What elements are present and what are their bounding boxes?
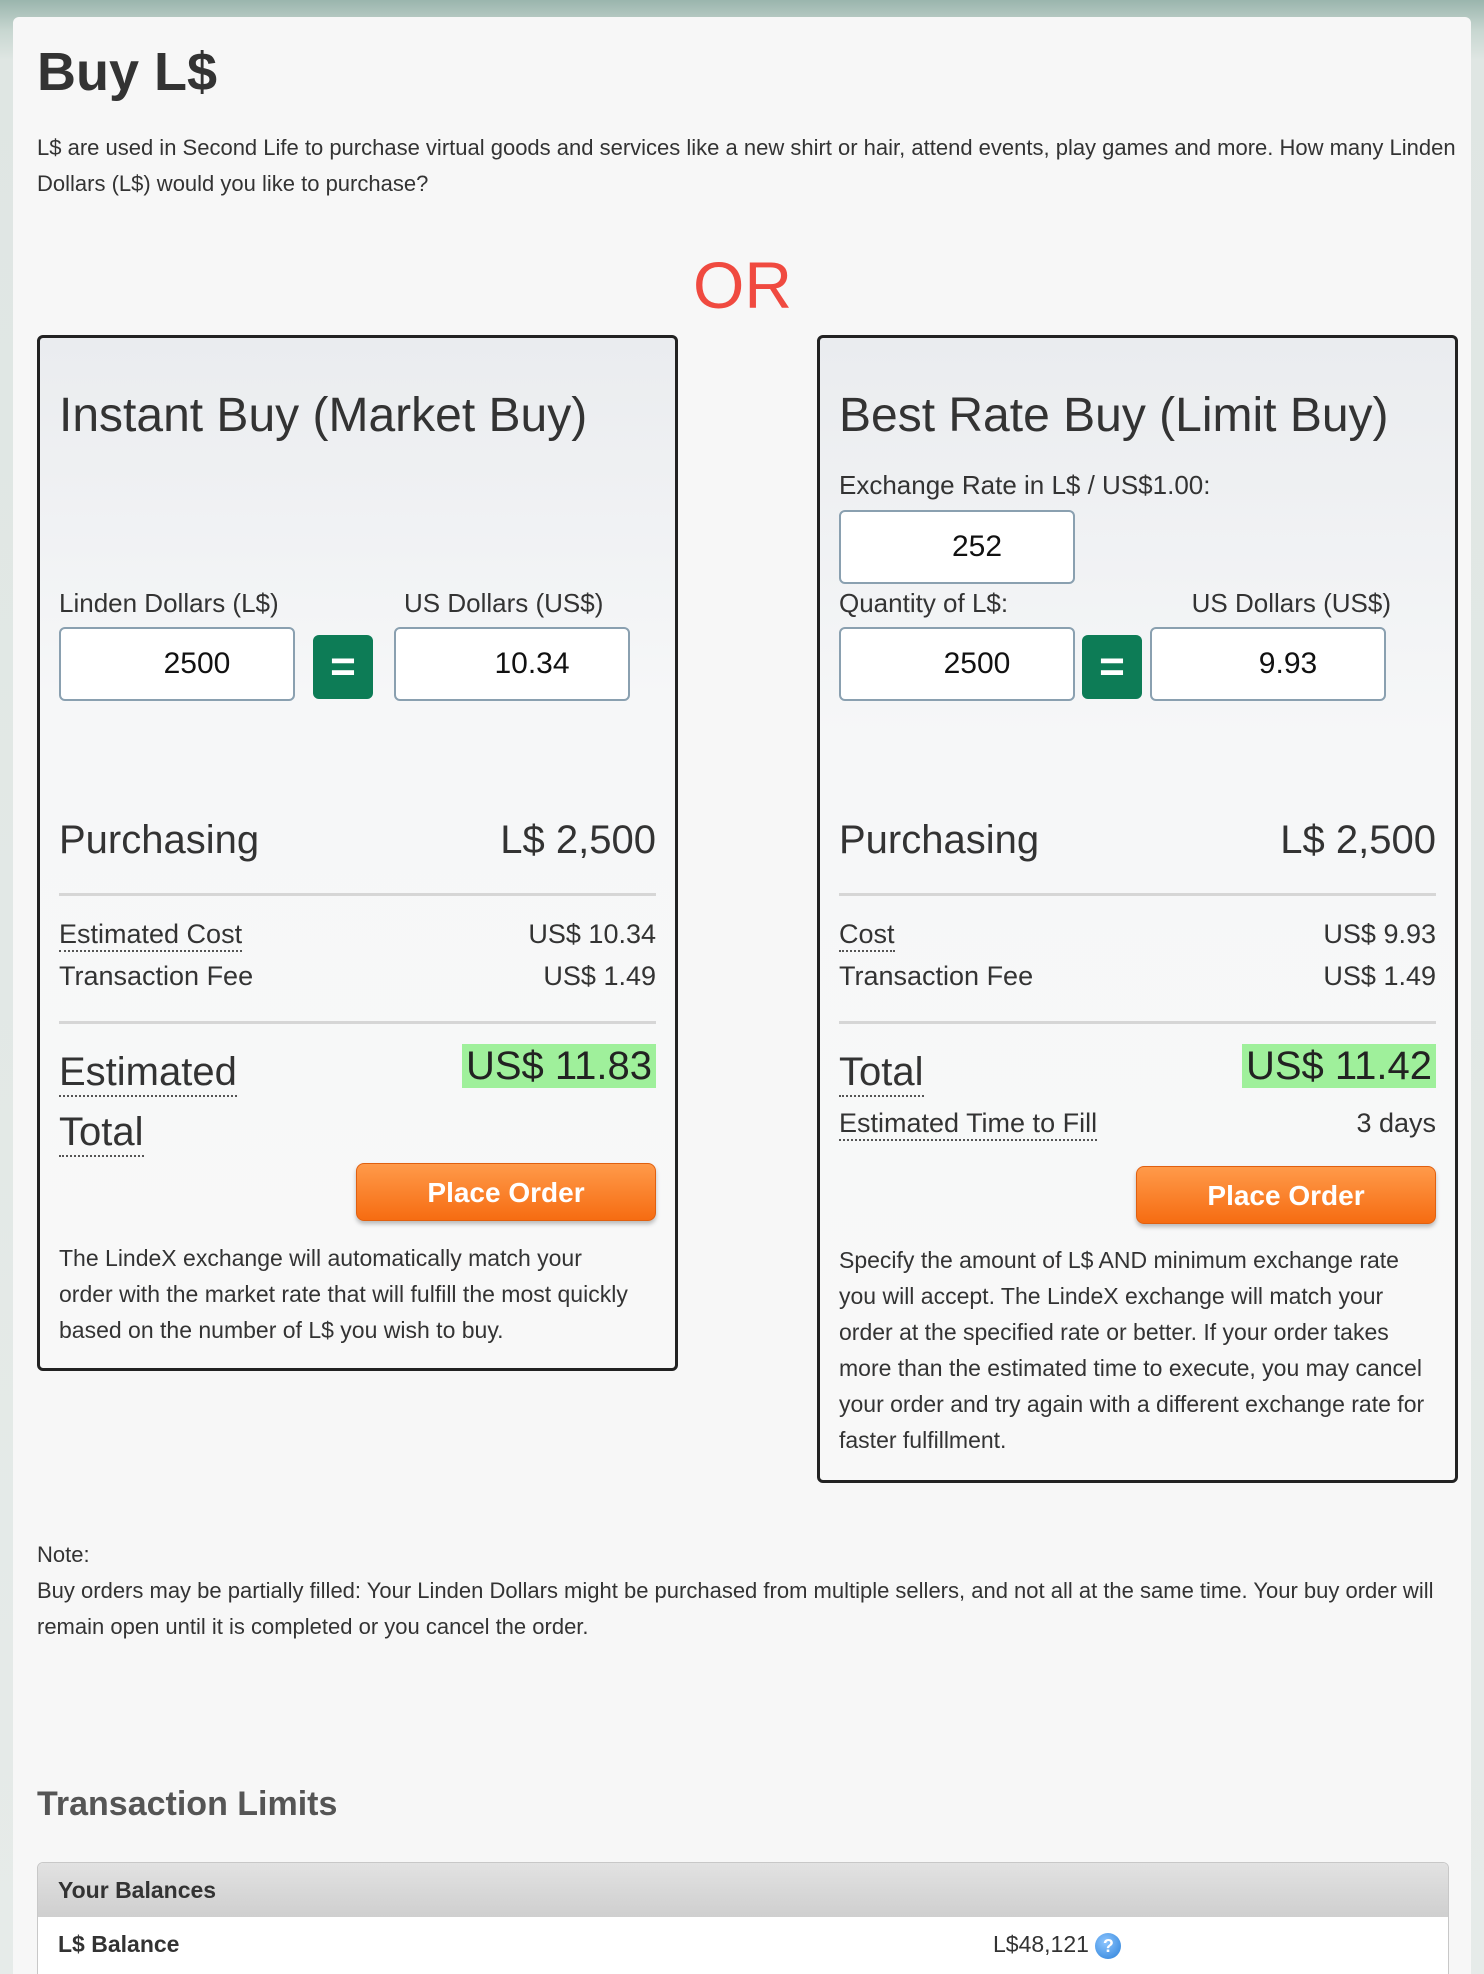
estimated-time-label[interactable]: Estimated Time to Fill: [839, 1108, 1098, 1141]
equals-button[interactable]: =: [313, 635, 373, 699]
transaction-fee-value: US$ 1.49: [543, 961, 656, 991]
page-container: Buy L$ L$ are used in Second Life to pur…: [13, 17, 1471, 1974]
transaction-fee-label: Transaction Fee: [59, 961, 254, 991]
exchange-rate-label: Exchange Rate in L$ / US$1.00:: [839, 470, 1211, 500]
limit-buy-description: Specify the amount of L$ AND minimum exc…: [839, 1247, 1425, 1453]
quantity-label: Quantity of L$:: [839, 588, 1009, 618]
page-title: Buy L$: [37, 42, 218, 102]
intro-text: L$ are used in Second Life to purchase v…: [37, 135, 1456, 196]
limit-buy-title: Best Rate Buy (Limit Buy): [839, 389, 1389, 442]
instant-buy-title: Instant Buy (Market Buy): [59, 389, 588, 442]
divider: [839, 893, 1436, 896]
table-row: L$ Balance L$48,121 ?: [38, 1917, 1448, 1974]
estimated-total-value: US$ 11.83: [461, 1044, 656, 1088]
estimated-total-label[interactable]: Estimated: [59, 1050, 237, 1097]
us-dollars-input[interactable]: 9.93: [1150, 627, 1386, 701]
note-text: Buy orders may be partially filled: Your…: [37, 1578, 1434, 1639]
instant-buy-description: The LindeX exchange will automatically m…: [59, 1245, 628, 1343]
us-dollars-label: US Dollars (US$): [404, 588, 604, 618]
divider: [59, 1021, 656, 1024]
divider: [839, 1021, 1436, 1024]
divider: [59, 893, 656, 896]
linden-dollars-label: Linden Dollars (L$): [59, 588, 279, 618]
or-separator: OR: [693, 248, 792, 322]
purchasing-value: L$ 2,500: [500, 818, 656, 862]
estimated-total-label-2[interactable]: Total: [59, 1110, 144, 1157]
purchasing-label: Purchasing: [59, 818, 260, 862]
note-heading: Note:: [37, 1542, 90, 1567]
total-value: US$ 11.42: [1241, 1044, 1436, 1088]
linden-dollars-input[interactable]: 2500: [59, 627, 295, 701]
note-section: Note: Buy orders may be partially filled…: [37, 1537, 1457, 1645]
estimated-time-value: 3 days: [1356, 1108, 1436, 1138]
table-header: Your Balances: [38, 1863, 1448, 1917]
cost-label[interactable]: Cost: [839, 919, 895, 952]
place-order-button[interactable]: Place Order: [356, 1163, 656, 1221]
transaction-fee-label: Transaction Fee: [839, 961, 1034, 991]
us-dollars-input[interactable]: 10.34: [394, 627, 630, 701]
exchange-rate-input[interactable]: 252: [839, 510, 1075, 584]
balance-value: L$48,121: [993, 1931, 1089, 1957]
estimated-cost-label[interactable]: Estimated Cost: [59, 919, 243, 952]
quantity-input[interactable]: 2500: [839, 627, 1075, 701]
instant-buy-panel: Instant Buy (Market Buy) Linden Dollars …: [37, 335, 678, 1371]
balance-label: L$ Balance: [58, 1931, 180, 1957]
transaction-limits-title: Transaction Limits: [37, 1785, 338, 1823]
purchasing-label: Purchasing: [839, 818, 1040, 862]
total-label[interactable]: Total: [839, 1050, 924, 1097]
purchasing-value: L$ 2,500: [1280, 818, 1436, 862]
estimated-cost-value: US$ 10.34: [528, 919, 656, 949]
equals-button[interactable]: =: [1082, 635, 1142, 699]
balances-table: Your Balances L$ Balance L$48,121 ?: [37, 1862, 1449, 1974]
place-order-button[interactable]: Place Order: [1136, 1166, 1436, 1224]
help-icon[interactable]: ?: [1095, 1932, 1122, 1959]
limit-buy-panel: Best Rate Buy (Limit Buy) Exchange Rate …: [817, 335, 1458, 1483]
cost-value: US$ 9.93: [1323, 919, 1436, 949]
transaction-fee-value: US$ 1.49: [1323, 961, 1436, 991]
us-dollars-label: US Dollars (US$): [1191, 588, 1391, 618]
